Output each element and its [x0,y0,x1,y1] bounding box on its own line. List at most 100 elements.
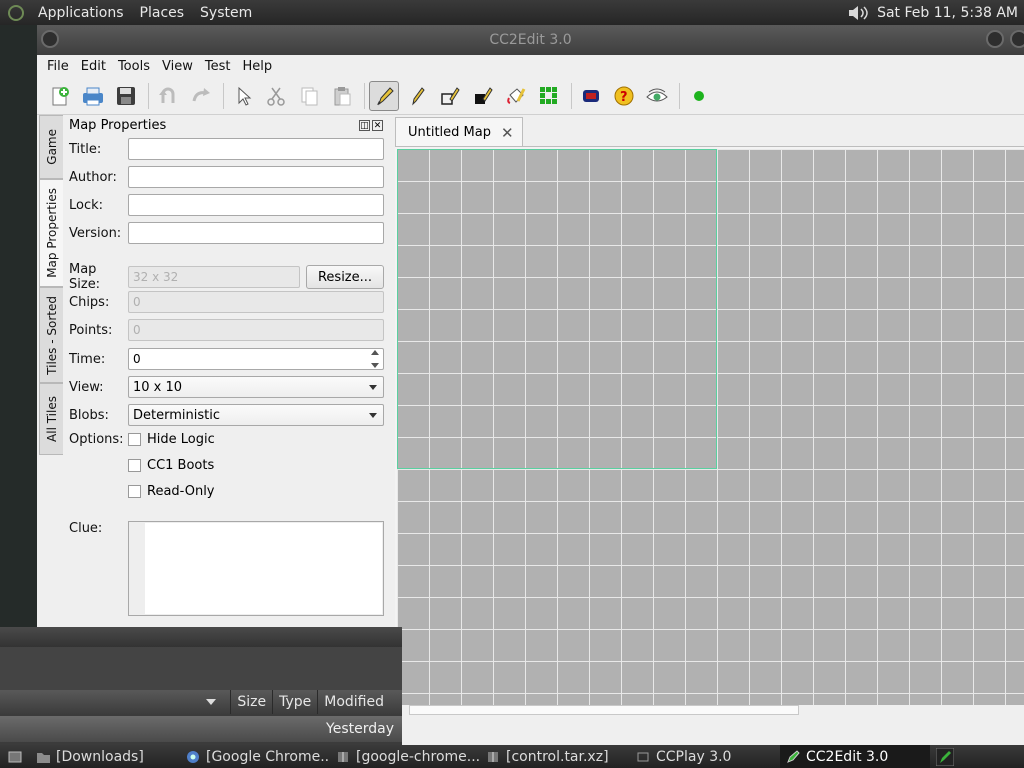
line-tool-button[interactable] [402,81,432,111]
rectangle-tool-button[interactable] [435,81,465,111]
options-row: Options: Hide Logic [69,432,215,447]
version-input[interactable] [128,222,384,244]
time-label: Time: [69,351,106,367]
clue-text-area[interactable] [145,523,382,614]
view-button[interactable] [642,81,672,111]
minimize-button[interactable] [986,30,1004,48]
read-only-checkbox[interactable] [128,485,141,498]
window-menu-button[interactable] [41,30,59,48]
menu-help[interactable]: Help [236,59,278,74]
menu-test[interactable]: Test [199,59,237,74]
file-manager-toolbar [0,647,402,690]
task-google-chrome-2[interactable]: [google-chrome... [330,745,480,768]
applications-menu[interactable]: Applications [30,5,132,21]
chrome-icon [187,750,199,763]
title-input[interactable] [128,138,384,160]
copy-button[interactable] [294,81,324,111]
inspect-button[interactable] [576,81,606,111]
view-row: View: 10 x 10 [69,376,384,398]
spin-up-icon[interactable] [371,350,379,355]
blobs-label: Blobs: [69,407,109,423]
system-menu[interactable]: System [192,5,260,21]
tab-tiles-sorted[interactable]: Tiles - Sorted [39,287,63,383]
view-label: View: [69,379,104,395]
menu-view[interactable]: View [156,59,199,74]
time-spin-arrows[interactable] [369,350,381,368]
eye-icon [646,88,668,102]
paint-bucket-icon [507,88,526,104]
dock-title-bar: Map Properties ◫ ✕ [63,115,385,135]
options-label: Options: [69,432,124,447]
menu-file[interactable]: File [41,59,75,74]
task-cc2edit[interactable]: CC2Edit 3.0 [780,745,930,768]
horizontal-scrollbar[interactable] [409,705,799,715]
window-title: CC2Edit 3.0 [489,32,572,48]
resize-button[interactable]: Resize... [306,265,384,289]
line-pencil-icon [412,87,425,106]
distro-logo-icon[interactable] [8,4,24,21]
sort-arrow-icon[interactable] [206,699,217,705]
cc1-boots-label[interactable]: CC1 Boots [147,458,214,473]
chips-field: 0 [128,291,384,313]
tab-all-tiles[interactable]: All Tiles [39,383,63,455]
tray-edit-button[interactable] [930,745,960,768]
clock[interactable]: Sat Feb 11, 5:38 AM [877,5,1018,21]
menu-edit[interactable]: Edit [75,59,112,74]
hide-logic-checkbox[interactable] [128,433,141,446]
hide-logic-label[interactable]: Hide Logic [147,432,215,447]
lock-input[interactable] [128,194,384,216]
close-icon[interactable]: ✕ [501,124,514,142]
menu-tools[interactable]: Tools [112,59,156,74]
draw-tool-button[interactable] [369,81,399,111]
printer-open-icon [83,87,103,106]
author-input[interactable] [128,166,384,188]
tab-game[interactable]: Game [39,115,63,179]
column-type[interactable]: Type [272,690,317,714]
save-button[interactable] [111,81,141,111]
file-manager-titlebar[interactable] [0,627,402,647]
cc1-boots-row: CC1 Boots [128,458,214,473]
dock-float-icon[interactable]: ◫ [359,119,370,131]
select-tool-button[interactable] [228,81,258,111]
file-list-row[interactable]: Yesterday [0,716,402,742]
undo-button[interactable] [153,81,183,111]
paste-button[interactable] [327,81,357,111]
map-canvas[interactable] [395,146,1024,705]
window-titlebar[interactable]: CC2Edit 3.0 [37,25,1024,55]
redo-button[interactable] [186,81,216,111]
spin-down-icon[interactable] [371,363,379,368]
task-control-tar[interactable]: [control.tar.xz] [480,745,630,768]
fill-rectangle-tool-button[interactable] [468,81,498,111]
floppy-save-icon [117,87,135,105]
blobs-select[interactable]: Deterministic [128,404,384,426]
test-play-button[interactable] [684,81,714,111]
cut-button[interactable] [261,81,291,111]
view-select[interactable]: 10 x 10 [128,376,384,398]
clue-row: Clue: [69,521,128,536]
column-size[interactable]: Size [230,690,272,714]
column-modified[interactable]: Modified [317,690,402,714]
cc1-boots-checkbox[interactable] [128,459,141,472]
toolbar: ? [37,78,1024,115]
path-tool-button[interactable] [534,81,564,111]
hint-button[interactable]: ? [609,81,639,111]
flood-fill-tool-button[interactable] [501,81,531,111]
clue-textarea[interactable] [128,521,384,616]
places-menu[interactable]: Places [132,5,193,21]
time-spinbox[interactable]: 0 [128,348,384,370]
task-ccplay[interactable]: CCPlay 3.0 [630,745,780,768]
tab-map-properties[interactable]: Map Properties [39,179,63,287]
task-downloads[interactable]: [Downloads] [30,745,180,768]
points-label: Points: [69,322,113,338]
volume-icon[interactable] [847,5,869,21]
new-map-button[interactable] [45,81,75,111]
open-button[interactable] [78,81,108,111]
maximize-button[interactable] [1010,30,1024,48]
task-google-chrome-1[interactable]: [Google Chrome... [180,745,330,768]
mapsize-field: 32 x 32 [128,266,300,288]
dock-close-icon[interactable]: ✕ [372,119,383,131]
tab-untitled-map[interactable]: Untitled Map ✕ [395,117,523,147]
read-only-label[interactable]: Read-Only [147,484,215,499]
time-value: 0 [133,352,141,366]
show-desktop-button[interactable] [0,745,30,768]
